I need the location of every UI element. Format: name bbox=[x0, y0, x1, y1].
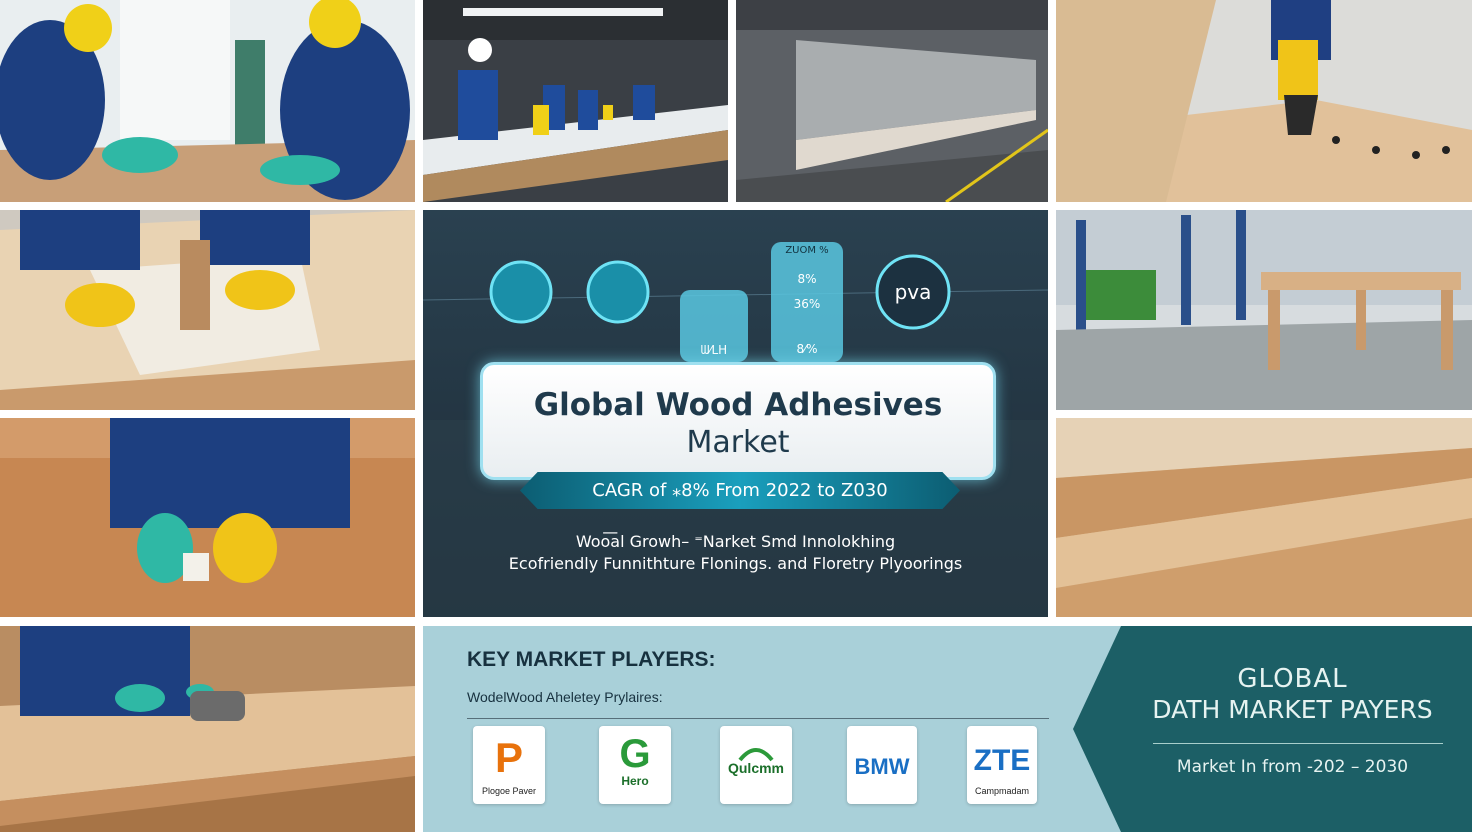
photo-stacked-planks bbox=[1056, 418, 1472, 617]
logo-caption: Plogoe Paver bbox=[481, 786, 537, 796]
photo-glue-on-panel bbox=[0, 210, 415, 410]
gauge-icon bbox=[489, 260, 553, 324]
logo-caption: Campmadam bbox=[974, 786, 1030, 796]
page-title: Global Wood Adhesives bbox=[533, 387, 943, 423]
subtitle-line1: Woo͞al Growh– ⁼Narket Smd Innolokhing bbox=[575, 532, 896, 551]
photo-warehouse-table bbox=[1056, 210, 1472, 410]
logo-card-hero: G Hero bbox=[599, 726, 671, 804]
tank-tall-value-3: 8⁄% bbox=[796, 342, 818, 356]
divider bbox=[467, 718, 1049, 719]
key-players-subtitle: WodelWood Aheletey Prylaires: bbox=[467, 689, 663, 705]
tank-small-value: ᗯ⁄ᒪᕼ bbox=[700, 343, 728, 357]
logo-card-p: P Plogoe Paver bbox=[473, 726, 545, 804]
logo-card-qulcomm: Qulcmm bbox=[720, 726, 792, 804]
logo-card-bmw: BMW bbox=[847, 726, 917, 804]
tank-tall-top: ZUOM % bbox=[785, 245, 829, 256]
center-title-panel: pva ᗯ⁄ᒪᕼ ZUOM % 8% 36% 8⁄% Global Wood A… bbox=[423, 210, 1048, 617]
pva-label: pva bbox=[894, 280, 932, 304]
badge-line1: GLOBAL bbox=[1237, 664, 1348, 694]
gauge-icon bbox=[586, 260, 650, 324]
badge-line3: Market In from -202 – 2030 bbox=[1176, 757, 1409, 777]
logo-card-zte: ZTE Campmadam bbox=[967, 726, 1037, 804]
photo-brush-applying-glue bbox=[1056, 0, 1472, 202]
photo-roller-on-panels bbox=[0, 626, 415, 832]
badge-divider bbox=[1153, 743, 1443, 744]
bmw-logo-icon: BMW bbox=[854, 754, 910, 779]
title-box: Global Wood Adhesives Market bbox=[480, 362, 996, 480]
hero-logo-icon: G bbox=[619, 732, 651, 776]
subtitle-line2: Ecofriendly Funnithture Flonings. and Fl… bbox=[508, 554, 963, 573]
p-logo-icon: P bbox=[494, 734, 523, 781]
photo-factory-workbench bbox=[423, 0, 728, 202]
photo-hands-on-wood-board bbox=[0, 418, 415, 617]
photo-production-line bbox=[736, 0, 1048, 202]
badge-line2: DATH MARKET PAYERS bbox=[1152, 695, 1433, 724]
photo-workers-gluing-wood bbox=[0, 0, 415, 202]
tank-tall-value-1: 8% bbox=[797, 272, 817, 286]
logo-caption: Hero bbox=[621, 774, 649, 788]
cagr-banner: CAGR of ⁎8% From 2022 to Z030 bbox=[520, 472, 960, 509]
key-players-panel: KEY MARKET PLAYERS: WodelWood Aheletey P… bbox=[423, 626, 1472, 832]
global-players-badge: GLOBAL DATH MARKET PAYERS Market In from… bbox=[1073, 626, 1472, 832]
logo-caption: Qulcmm bbox=[727, 760, 784, 776]
zte-logo-icon: ZTE bbox=[973, 744, 1031, 777]
tank-tall-value-2: 36% bbox=[793, 297, 821, 311]
page-title-line2: Market bbox=[686, 425, 790, 460]
key-players-title: KEY MARKET PLAYERS: bbox=[467, 648, 716, 671]
